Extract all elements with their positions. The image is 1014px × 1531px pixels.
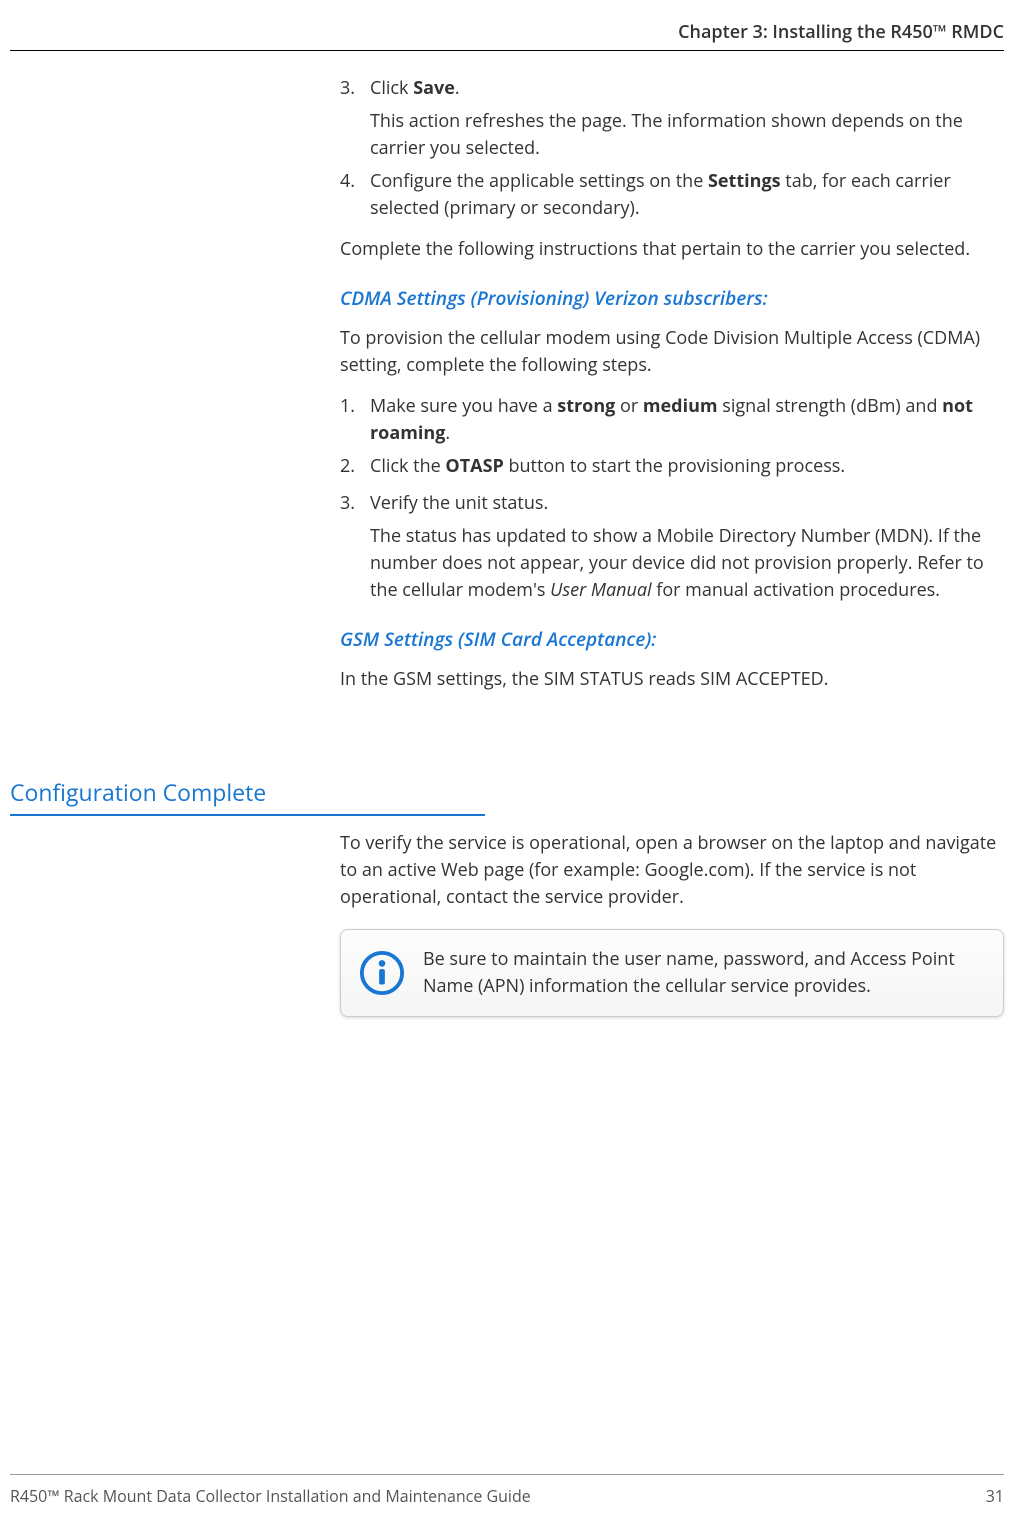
medium-label: medium <box>643 394 718 418</box>
paragraph: In the GSM settings, the SIM STATUS read… <box>340 666 1004 693</box>
strong-label: strong <box>557 394 615 418</box>
configuration-complete-heading: Configuration Complete <box>10 776 485 816</box>
list-marker: 3. <box>340 75 370 162</box>
text: . <box>455 76 460 100</box>
paragraph: To provision the cellular modem using Co… <box>340 325 1004 379</box>
list-body: Verify the unit status. The status has u… <box>370 490 1004 604</box>
list-body: Click the OTASP button to start the prov… <box>370 453 1004 480</box>
step-3: 3. Click Save. This action refreshes the… <box>340 75 1004 162</box>
text: button to start the provisioning process… <box>504 454 845 478</box>
cdma-step-3: 3. Verify the unit status. The status ha… <box>340 490 1004 604</box>
text: Make sure you have a <box>370 394 557 418</box>
main-content: 3. Click Save. This action refreshes the… <box>340 75 1004 707</box>
list-body: Make sure you have a strong or medium si… <box>370 393 1004 447</box>
list-marker: 2. <box>340 453 370 480</box>
footer-rule <box>10 1474 1004 1475</box>
text: Click the <box>370 454 445 478</box>
info-icon <box>359 950 405 996</box>
settings-label: Settings <box>708 169 781 193</box>
cdma-step-2: 2. Click the OTASP button to start the p… <box>340 453 1004 480</box>
note-text: Be sure to maintain the user name, passw… <box>423 946 985 1000</box>
list-marker: 1. <box>340 393 370 447</box>
list-body: Click Save. This action refreshes the pa… <box>370 75 1004 162</box>
footer-title: R450™ Rack Mount Data Collector Installa… <box>10 1485 531 1507</box>
cdma-subheading: CDMA Settings (Provisioning) Verizon sub… <box>340 285 1004 311</box>
section-body: To verify the service is operational, op… <box>340 830 1004 1017</box>
user-manual-label: User Manual <box>550 578 651 602</box>
list-marker: 3. <box>340 490 370 604</box>
otasp-label: OTASP <box>445 454 503 478</box>
text: for manual activation procedures. <box>652 578 940 602</box>
text: Click <box>370 76 413 100</box>
info-note: Be sure to maintain the user name, passw… <box>340 929 1004 1017</box>
text: signal strength (dBm) and <box>718 394 943 418</box>
cdma-step-1: 1. Make sure you have a strong or medium… <box>340 393 1004 447</box>
text: or <box>615 394 643 418</box>
text: Verify the unit status. <box>370 491 548 515</box>
text: Configure the applicable settings on the <box>370 169 708 193</box>
text: . <box>445 421 450 445</box>
save-label: Save <box>413 76 455 100</box>
list-marker: 4. <box>340 168 370 222</box>
paragraph: To verify the service is operational, op… <box>340 830 1004 911</box>
step-3-sub: The status has updated to show a Mobile … <box>370 523 1004 604</box>
running-header: Chapter 3: Installing the R450™ RMDC <box>678 20 1004 44</box>
header-rule <box>10 50 1004 51</box>
gsm-subheading: GSM Settings (SIM Card Acceptance): <box>340 626 1004 652</box>
step-3-sub: This action refreshes the page. The info… <box>370 108 1004 162</box>
page-number: 31 <box>986 1485 1004 1507</box>
list-body: Configure the applicable settings on the… <box>370 168 1004 222</box>
paragraph: Complete the following instructions that… <box>340 236 1004 263</box>
step-4: 4. Configure the applicable settings on … <box>340 168 1004 222</box>
